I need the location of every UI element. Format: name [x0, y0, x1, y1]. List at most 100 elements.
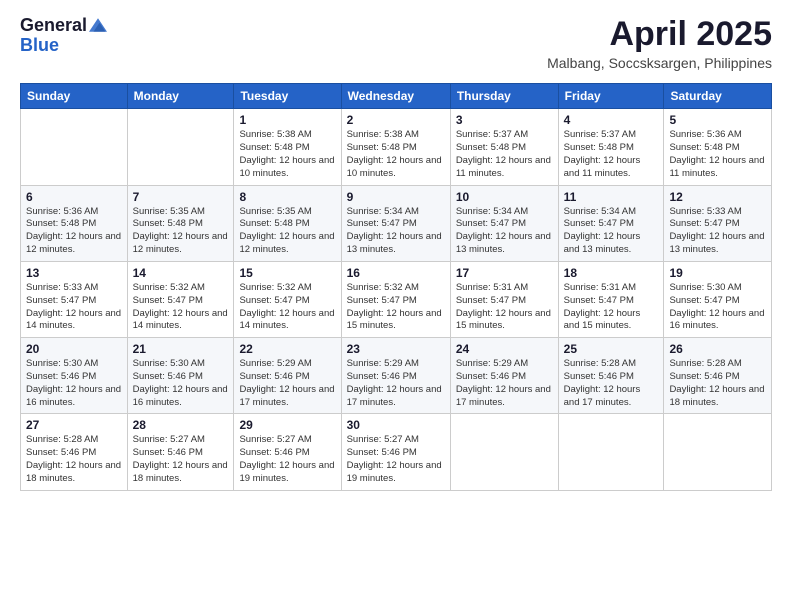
day-info: Sunrise: 5:31 AMSunset: 5:47 PMDaylight:… [564, 282, 659, 333]
day-number: 17 [456, 266, 553, 280]
calendar-cell: 23 Sunrise: 5:29 AMSunset: 5:46 PMDayligh… [341, 338, 450, 414]
day-info: Sunrise: 5:37 AMSunset: 5:48 PMDaylight:… [564, 129, 659, 180]
day-number: 20 [26, 342, 122, 356]
day-info: Sunrise: 5:33 AMSunset: 5:47 PMDaylight:… [26, 282, 122, 333]
day-info: Sunrise: 5:34 AMSunset: 5:47 PMDaylight:… [347, 206, 445, 257]
title-block: April 2025 Malbang, Soccsksargen, Philip… [547, 16, 772, 71]
day-number: 29 [239, 418, 335, 432]
calendar-cell [450, 414, 558, 490]
calendar-cell: 5Sunrise: 5:36 AMSunset: 5:48 PMDaylight… [664, 109, 772, 185]
logo-blue-text: Blue [20, 36, 107, 56]
day-info: Sunrise: 5:35 AMSunset: 5:48 PMDaylight:… [133, 206, 229, 257]
day-info: Sunrise: 5:27 AMSunset: 5:46 PMDaylight:… [347, 434, 445, 485]
day-number: 6 [26, 190, 122, 204]
title-location: Malbang, Soccsksargen, Philippines [547, 55, 772, 71]
day-info: Sunrise: 5:28 AMSunset: 5:46 PMDaylight:… [669, 358, 766, 409]
calendar-cell: 18 Sunrise: 5:31 AMSunset: 5:47 PMDayligh… [558, 261, 664, 337]
calendar-cell: 28Sunrise: 5:27 AMSunset: 5:46 PMDayligh… [127, 414, 234, 490]
calendar-day-header: Monday [127, 84, 234, 109]
day-number: 14 [133, 266, 229, 280]
header: General Blue April 2025 Malbang, Soccsks… [20, 16, 772, 71]
calendar-cell: 16 Sunrise: 5:32 AMSunset: 5:47 PMDayligh… [341, 261, 450, 337]
day-info: Sunrise: 5:29 AMSunset: 5:46 PMDaylight:… [239, 358, 335, 409]
calendar-cell: 9 Sunrise: 5:34 AMSunset: 5:47 PMDaylight… [341, 185, 450, 261]
day-number: 15 [239, 266, 335, 280]
calendar-cell: 30 Sunrise: 5:27 AMSunset: 5:46 PMDayligh… [341, 414, 450, 490]
day-number: 7 [133, 190, 229, 204]
day-number: 9 [347, 190, 445, 204]
calendar-week-row: 1 Sunrise: 5:38 AMSunset: 5:48 PMDaylight… [21, 109, 772, 185]
day-info: Sunrise: 5:32 AMSunset: 5:47 PMDaylight:… [347, 282, 445, 333]
day-info: Sunrise: 5:29 AMSunset: 5:46 PMDaylight:… [347, 358, 445, 409]
day-number: 16 [347, 266, 445, 280]
calendar-day-header: Sunday [21, 84, 128, 109]
calendar-cell: 2 Sunrise: 5:38 AMSunset: 5:48 PMDaylight… [341, 109, 450, 185]
day-number: 10 [456, 190, 553, 204]
calendar-cell: 26 Sunrise: 5:28 AMSunset: 5:46 PMDayligh… [664, 338, 772, 414]
calendar-day-header: Saturday [664, 84, 772, 109]
day-number: 18 [564, 266, 659, 280]
day-info: Sunrise: 5:27 AMSunset: 5:46 PMDaylight:… [133, 434, 229, 485]
calendar-cell: 12 Sunrise: 5:33 AMSunset: 5:47 PMDayligh… [664, 185, 772, 261]
page: General Blue April 2025 Malbang, Soccsks… [0, 0, 792, 612]
calendar-day-header: Friday [558, 84, 664, 109]
calendar-week-row: 20 Sunrise: 5:30 AMSunset: 5:46 PMDayligh… [21, 338, 772, 414]
calendar-cell: 20 Sunrise: 5:30 AMSunset: 5:46 PMDayligh… [21, 338, 128, 414]
day-info: Sunrise: 5:30 AMSunset: 5:46 PMDaylight:… [26, 358, 122, 409]
day-info: Sunrise: 5:30 AMSunset: 5:46 PMDaylight:… [133, 358, 229, 409]
day-info: Sunrise: 5:36 AMSunset: 5:48 PMDaylight:… [26, 206, 122, 257]
day-number: 26 [669, 342, 766, 356]
day-info: Sunrise: 5:38 AMSunset: 5:48 PMDaylight:… [347, 129, 445, 180]
day-info: Sunrise: 5:36 AMSunset: 5:48 PMDaylight:… [669, 129, 766, 180]
calendar-cell: 4 Sunrise: 5:37 AMSunset: 5:48 PMDaylight… [558, 109, 664, 185]
calendar-cell: 25Sunrise: 5:28 AMSunset: 5:46 PMDayligh… [558, 338, 664, 414]
day-number: 2 [347, 113, 445, 127]
day-number: 8 [239, 190, 335, 204]
calendar-cell: 7 Sunrise: 5:35 AMSunset: 5:48 PMDaylight… [127, 185, 234, 261]
calendar-cell: 21 Sunrise: 5:30 AMSunset: 5:46 PMDayligh… [127, 338, 234, 414]
day-number: 11 [564, 190, 659, 204]
day-info: Sunrise: 5:35 AMSunset: 5:48 PMDaylight:… [239, 206, 335, 257]
day-number: 30 [347, 418, 445, 432]
day-number: 27 [26, 418, 122, 432]
calendar-header-row: SundayMondayTuesdayWednesdayThursdayFrid… [21, 84, 772, 109]
day-number: 4 [564, 113, 659, 127]
calendar-cell: 24Sunrise: 5:29 AMSunset: 5:46 PMDayligh… [450, 338, 558, 414]
calendar-day-header: Tuesday [234, 84, 341, 109]
day-number: 23 [347, 342, 445, 356]
day-number: 21 [133, 342, 229, 356]
day-number: 22 [239, 342, 335, 356]
calendar-cell: 13Sunrise: 5:33 AMSunset: 5:47 PMDayligh… [21, 261, 128, 337]
calendar-cell [127, 109, 234, 185]
calendar-cell [558, 414, 664, 490]
calendar-cell: 8 Sunrise: 5:35 AMSunset: 5:48 PMDaylight… [234, 185, 341, 261]
calendar-cell: 29 Sunrise: 5:27 AMSunset: 5:46 PMDayligh… [234, 414, 341, 490]
day-info: Sunrise: 5:37 AMSunset: 5:48 PMDaylight:… [456, 129, 553, 180]
calendar-cell: 10 Sunrise: 5:34 AMSunset: 5:47 PMDayligh… [450, 185, 558, 261]
calendar-cell [664, 414, 772, 490]
calendar-cell: 15Sunrise: 5:32 AMSunset: 5:47 PMDayligh… [234, 261, 341, 337]
day-number: 1 [239, 113, 335, 127]
day-info: Sunrise: 5:31 AMSunset: 5:47 PMDaylight:… [456, 282, 553, 333]
day-number: 12 [669, 190, 766, 204]
calendar-cell: 17 Sunrise: 5:31 AMSunset: 5:47 PMDayligh… [450, 261, 558, 337]
day-info: Sunrise: 5:27 AMSunset: 5:46 PMDaylight:… [239, 434, 335, 485]
calendar-day-header: Wednesday [341, 84, 450, 109]
day-info: Sunrise: 5:33 AMSunset: 5:47 PMDaylight:… [669, 206, 766, 257]
logo: General Blue [20, 16, 107, 56]
calendar-day-header: Thursday [450, 84, 558, 109]
day-info: Sunrise: 5:29 AMSunset: 5:46 PMDaylight:… [456, 358, 553, 409]
calendar-cell: 14 Sunrise: 5:32 AMSunset: 5:47 PMDayligh… [127, 261, 234, 337]
calendar-week-row: 27 Sunrise: 5:28 AMSunset: 5:46 PMDayligh… [21, 414, 772, 490]
day-info: Sunrise: 5:28 AMSunset: 5:46 PMDaylight:… [26, 434, 122, 485]
calendar-week-row: 6 Sunrise: 5:36 AMSunset: 5:48 PMDaylight… [21, 185, 772, 261]
title-month: April 2025 [547, 16, 772, 53]
calendar-cell: 3 Sunrise: 5:37 AMSunset: 5:48 PMDaylight… [450, 109, 558, 185]
day-info: Sunrise: 5:38 AMSunset: 5:48 PMDaylight:… [239, 129, 335, 180]
calendar-cell: 19Sunrise: 5:30 AMSunset: 5:47 PMDayligh… [664, 261, 772, 337]
logo-general-text: General [20, 16, 87, 36]
day-number: 25 [564, 342, 659, 356]
day-info: Sunrise: 5:34 AMSunset: 5:47 PMDaylight:… [456, 206, 553, 257]
day-number: 3 [456, 113, 553, 127]
day-info: Sunrise: 5:32 AMSunset: 5:47 PMDaylight:… [133, 282, 229, 333]
